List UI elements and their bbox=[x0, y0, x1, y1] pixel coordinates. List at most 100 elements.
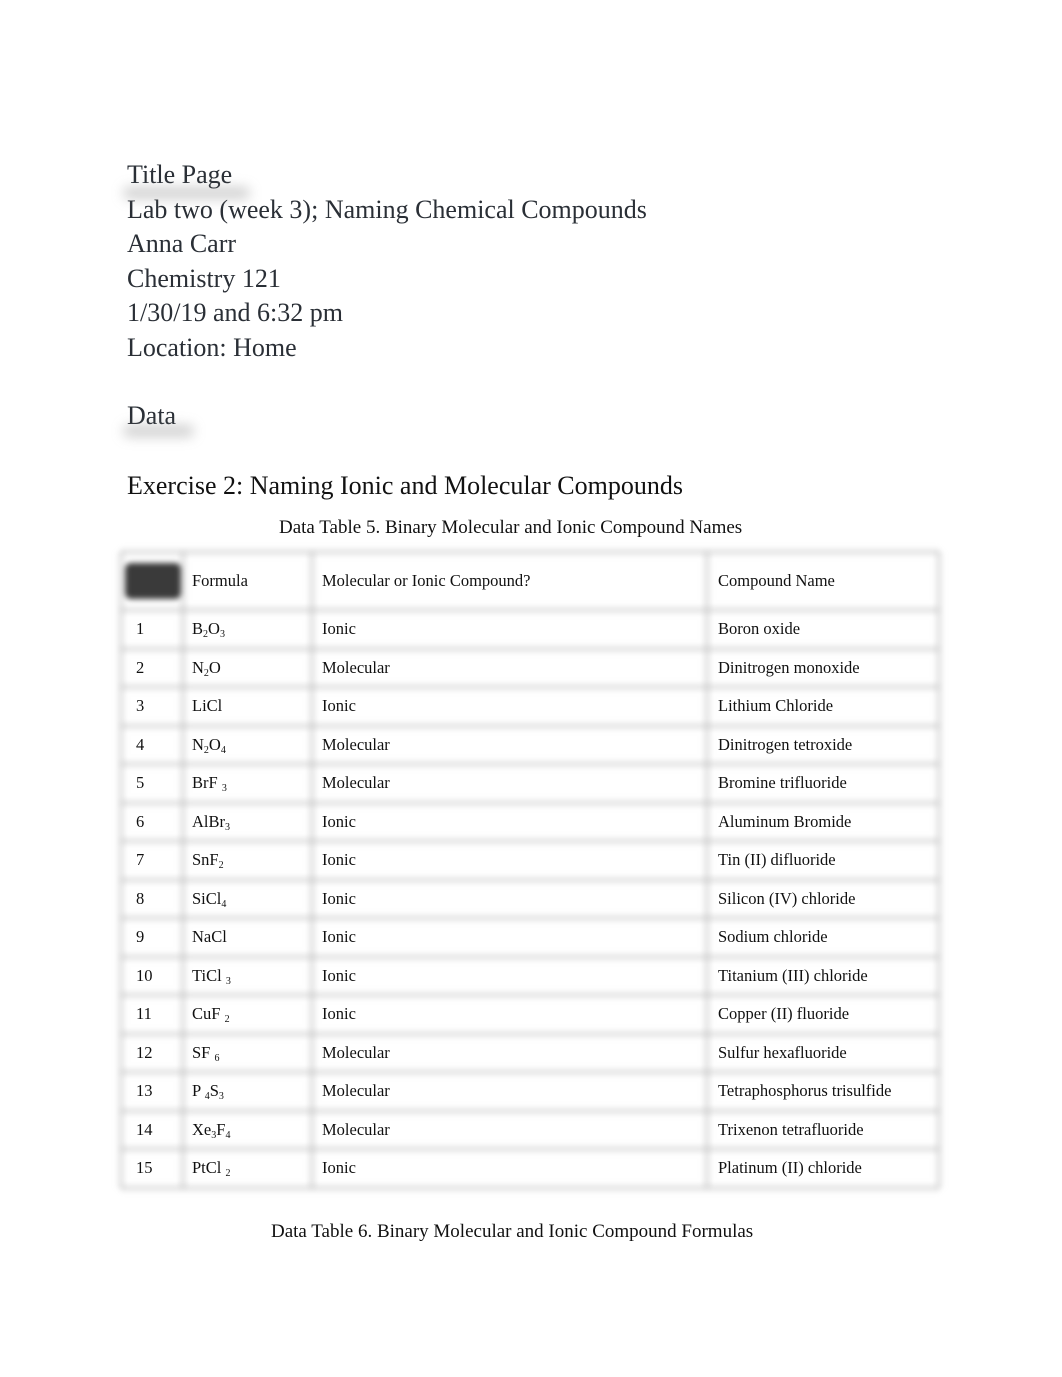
compound-name-cell: Tetraphosphorus trisulfide bbox=[718, 1081, 892, 1101]
compound-name-cell: Aluminum Bromide bbox=[718, 811, 852, 831]
formula-subscript: 3 bbox=[225, 821, 230, 833]
compound-type-cell: Ionic bbox=[322, 1158, 356, 1178]
formula-element: AlBr bbox=[192, 811, 225, 831]
formula-cell: NaCl bbox=[183, 918, 312, 957]
table-header-row: Formula Molecular or Ionic Compound? Com… bbox=[121, 552, 939, 610]
formula-subscript: 6 bbox=[214, 1052, 220, 1064]
row-number: 1 bbox=[136, 619, 145, 639]
compound-name-cell: Titanium (III) chloride bbox=[718, 965, 868, 985]
formula-element: CuF bbox=[192, 1004, 225, 1024]
table-row: 10 TiCl 3 Ionic Titanium (III) chloride bbox=[121, 957, 939, 996]
formula-element: O bbox=[208, 657, 221, 677]
author-name: Anna Carr bbox=[127, 229, 237, 258]
formula-element: P bbox=[192, 1081, 205, 1101]
compound-type-cell: Ionic bbox=[322, 1004, 356, 1024]
formula-element: NaCl bbox=[192, 927, 227, 947]
formula-element: O bbox=[208, 619, 220, 639]
formula-subscript: 3 bbox=[225, 975, 231, 987]
formula-element: TiCl bbox=[192, 965, 226, 985]
row-number: 15 bbox=[136, 1158, 153, 1178]
compound-name-cell: Bromine trifluoride bbox=[718, 773, 847, 793]
row-number: 14 bbox=[136, 1119, 153, 1139]
table-row: 3 LiCl Ionic Lithium Chloride bbox=[121, 687, 939, 726]
formula-element: N bbox=[192, 657, 204, 677]
compound-name-cell: Boron oxide bbox=[718, 619, 801, 639]
compound-type-cell: Ionic bbox=[322, 811, 356, 831]
formula-cell: PtCl 2 bbox=[183, 1149, 312, 1188]
compound-name-cell: Sulfur hexafluoride bbox=[718, 1042, 847, 1062]
formula-element: S bbox=[209, 1081, 219, 1101]
header-compound-name: Compound Name bbox=[718, 571, 835, 590]
formula-cell: N2O bbox=[183, 649, 312, 688]
table5-caption: Data Table 5. Binary Molecular and Ionic… bbox=[279, 517, 743, 538]
row-number: 12 bbox=[136, 1042, 153, 1062]
compound-type-cell: Ionic bbox=[322, 696, 356, 716]
table-row: 12 SF 6 Molecular Sulfur hexafluoride bbox=[121, 1034, 939, 1073]
formula-cell: CuF 2 bbox=[183, 995, 312, 1034]
data-section-heading: Data bbox=[127, 401, 177, 430]
compound-type-cell: Molecular bbox=[322, 657, 390, 677]
formula-cell: TiCl 3 bbox=[183, 957, 312, 996]
formula-cell: SnF2 bbox=[183, 841, 312, 880]
compound-type-cell: Ionic bbox=[322, 850, 356, 870]
row-number: 5 bbox=[136, 773, 145, 793]
row-number: 11 bbox=[136, 1004, 152, 1024]
formula-element: SiCl bbox=[192, 888, 222, 908]
row-number: 9 bbox=[136, 927, 145, 947]
compound-type-cell: Ionic bbox=[322, 965, 356, 985]
row-number: 3 bbox=[136, 696, 145, 716]
table-row: 13 P 4S3 Molecular Tetraphosphorus trisulfi… bbox=[121, 1072, 939, 1111]
formula-element: Xe bbox=[192, 1119, 212, 1139]
formula-subscript: 4 bbox=[220, 744, 226, 756]
course-name: Chemistry 121 bbox=[127, 263, 281, 293]
table-row: 14 Xe3F4 Molecular Trixenon tetrafluoride bbox=[121, 1111, 939, 1150]
header-number bbox=[121, 552, 183, 610]
compound-type-cell: Molecular bbox=[322, 1081, 390, 1101]
formula-cell: P 4S3 bbox=[183, 1072, 312, 1111]
title-page-block: Title Page Lab two (week 3); Naming Chem… bbox=[127, 158, 647, 365]
formula-cell: B2O3 bbox=[183, 610, 312, 649]
formula-element: O bbox=[208, 734, 221, 754]
compound-type-cell: Molecular bbox=[322, 1119, 390, 1139]
formula-cell: AlBr3 bbox=[183, 803, 312, 842]
formula-element: LiCl bbox=[192, 696, 223, 716]
formula-cell: SF 6 bbox=[183, 1034, 312, 1073]
redacted-block bbox=[125, 563, 181, 599]
row-number: 2 bbox=[136, 657, 145, 677]
compound-name-cell: Platinum (II) chloride bbox=[718, 1158, 862, 1178]
compound-name-cell: Sodium chloride bbox=[718, 927, 828, 947]
table-row: 9 NaCl Ionic Sodium chloride bbox=[121, 918, 939, 957]
formula-subscript: 2 bbox=[218, 860, 224, 872]
compound-type-cell: Molecular bbox=[322, 1042, 390, 1062]
compound-type-cell: Ionic bbox=[322, 927, 356, 947]
compound-name-cell: Dinitrogen monoxide bbox=[718, 657, 860, 677]
formula-element: N bbox=[192, 734, 204, 754]
compound-name-cell: Tin (II) difluoride bbox=[718, 850, 836, 870]
row-number: 13 bbox=[136, 1081, 153, 1101]
document-page: Title Page Lab two (week 3); Naming Chem… bbox=[0, 0, 1062, 1377]
formula-cell: SiCl4 bbox=[183, 880, 312, 919]
row-number: 8 bbox=[136, 888, 145, 908]
formula-element: BrF bbox=[192, 773, 222, 793]
compound-type-cell: Ionic bbox=[322, 888, 356, 908]
table6-caption: Data Table 6. Binary Molecular and Ionic… bbox=[271, 1221, 754, 1242]
formula-cell: N2O4 bbox=[183, 726, 312, 765]
formula-element: B bbox=[192, 619, 204, 639]
table-row: 11 CuF 2 Ionic Copper (II) fluoride bbox=[121, 995, 939, 1034]
header-compound-type: Molecular or Ionic Compound? bbox=[322, 571, 531, 590]
compound-name-cell: Lithium Chloride bbox=[718, 696, 834, 716]
row-number: 10 bbox=[136, 965, 153, 985]
table-row: 8 SiCl4 Ionic Silicon (IV) chloride bbox=[121, 880, 939, 919]
formula-cell: Xe3F4 bbox=[183, 1111, 312, 1150]
table-row: 4 N2O4 Molecular Dinitrogen tetroxide bbox=[121, 726, 939, 765]
table-row: 2 N2O Molecular Dinitrogen monoxide bbox=[121, 649, 939, 688]
compound-name-cell: Copper (II) fluoride bbox=[718, 1004, 850, 1024]
formula-subscript: 3 bbox=[218, 1091, 224, 1103]
formula-subscript: 3 bbox=[221, 783, 227, 795]
row-number: 6 bbox=[136, 811, 145, 831]
formula-element: SnF bbox=[192, 850, 219, 870]
table-row: 6 AlBr3 Ionic Aluminum Bromide bbox=[121, 803, 939, 842]
compound-type-cell: Molecular bbox=[322, 773, 390, 793]
table-row: 7 SnF2 Ionic Tin (II) difluoride bbox=[121, 841, 939, 880]
formula-element: PtCl bbox=[192, 1158, 226, 1178]
